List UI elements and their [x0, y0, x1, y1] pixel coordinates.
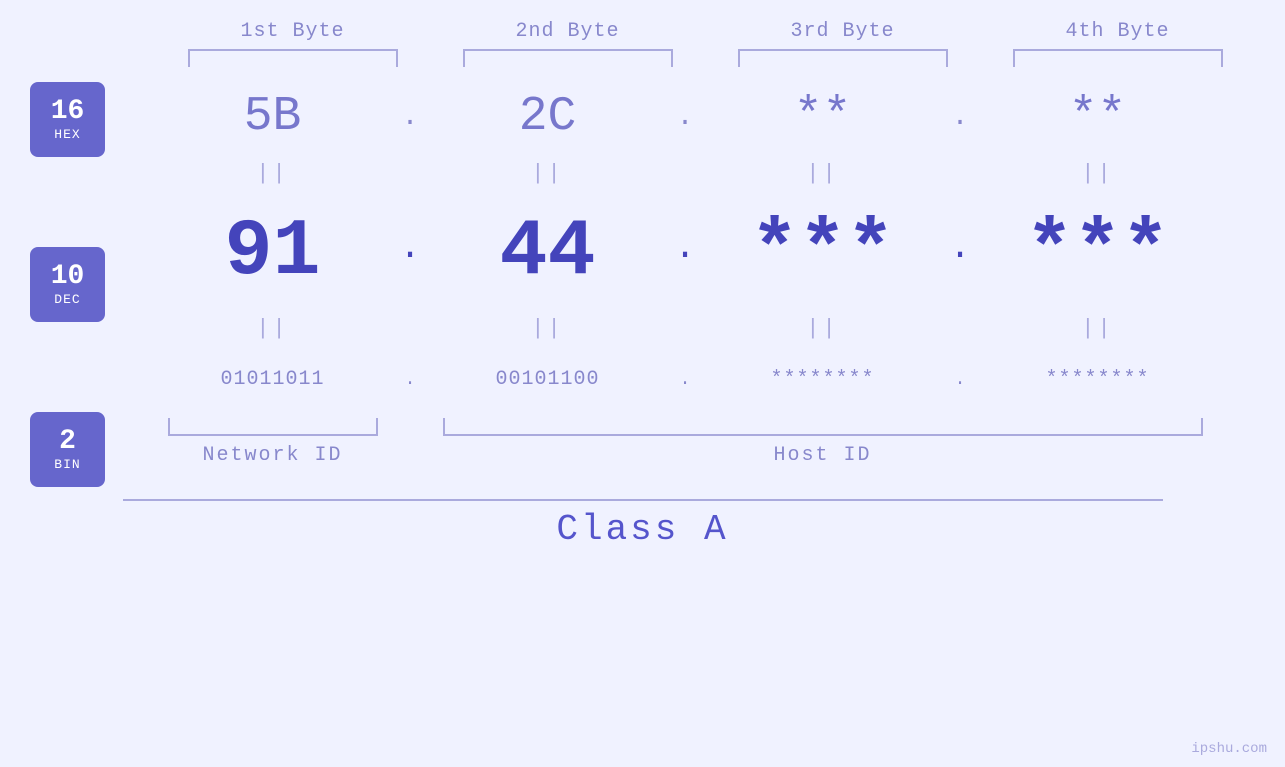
- eq1-cell-1: ||: [135, 157, 410, 192]
- main-container: 1st Byte 2nd Byte 3rd Byte 4th Byte 16 H…: [0, 0, 1285, 767]
- host-bracket-line: [443, 418, 1203, 436]
- bin-base-num: 2: [59, 427, 76, 458]
- host-id-label: Host ID: [773, 436, 871, 467]
- byte-label-3: 3rd Byte: [705, 20, 980, 43]
- main-area: 16 HEX 10 DEC 2 BIN 5B .: [0, 77, 1285, 487]
- dec-val-1: 91: [224, 207, 320, 298]
- bin-cell-4: ********: [960, 368, 1235, 391]
- hex-val-2: 2C: [519, 90, 577, 144]
- hex-cell-1: 5B: [135, 90, 410, 144]
- equals-row-2: || || || ||: [135, 312, 1285, 347]
- eq1-cell-3: ||: [685, 157, 960, 192]
- bin-val-2: 00101100: [495, 368, 599, 391]
- dec-cell-1: 91: [135, 207, 410, 298]
- dec-base-num: 10: [51, 262, 85, 293]
- byte-label-4: 4th Byte: [980, 20, 1255, 43]
- bottom-bracket-area: Network ID Host ID: [135, 418, 1285, 467]
- byte-col-4: 4th Byte: [980, 20, 1255, 67]
- base-col: 16 HEX 10 DEC 2 BIN: [0, 77, 135, 487]
- dec-val-4: ***: [1025, 207, 1169, 298]
- equals-row-1: || || || ||: [135, 157, 1285, 192]
- byte-bracket-4: [1013, 49, 1223, 67]
- watermark: ipshu.com: [1191, 741, 1267, 757]
- dec-base-name: DEC: [54, 292, 80, 307]
- bin-cell-1: 01011011: [135, 368, 410, 391]
- bin-val-4: ********: [1045, 368, 1149, 391]
- byte-col-1: 1st Byte: [155, 20, 430, 67]
- dec-cell-3: ***: [685, 207, 960, 298]
- hex-val-1: 5B: [244, 90, 302, 144]
- hex-cell-4: **: [960, 90, 1235, 144]
- byte-label-2: 2nd Byte: [430, 20, 705, 43]
- eq1-cell-4: ||: [960, 157, 1235, 192]
- bin-base-name: BIN: [54, 457, 80, 472]
- bin-cell-3: ********: [685, 368, 960, 391]
- dec-cell-2: 44: [410, 207, 685, 298]
- byte-label-1: 1st Byte: [155, 20, 430, 43]
- bin-val-3: ********: [770, 368, 874, 391]
- bin-row: 01011011 . 00101100 . ******** .: [135, 347, 1285, 412]
- hex-badge: 16 HEX: [30, 82, 105, 157]
- eq2-cell-1: ||: [135, 312, 410, 347]
- hex-cell-3: **: [685, 90, 960, 144]
- byte-col-3: 3rd Byte: [705, 20, 980, 67]
- hex-val-4: **: [1069, 90, 1127, 144]
- hex-val-3: **: [794, 90, 852, 144]
- host-id-section: Host ID: [410, 418, 1235, 467]
- byte-bracket-2: [463, 49, 673, 67]
- hex-base-name: HEX: [54, 127, 80, 142]
- eq2-cell-2: ||: [410, 312, 685, 347]
- network-id-label: Network ID: [202, 436, 342, 467]
- network-id-section: Network ID: [135, 418, 410, 467]
- dec-val-2: 44: [499, 207, 595, 298]
- values-area: 5B . 2C . ** . **: [135, 77, 1285, 487]
- bin-val-1: 01011011: [220, 368, 324, 391]
- bin-cell-2: 00101100: [410, 368, 685, 391]
- hex-row: 5B . 2C . ** . **: [135, 77, 1285, 157]
- eq2-cell-3: ||: [685, 312, 960, 347]
- byte-bracket-3: [738, 49, 948, 67]
- class-label: Class A: [0, 501, 1285, 550]
- dec-badge: 10 DEC: [30, 247, 105, 322]
- bin-badge: 2 BIN: [30, 412, 105, 487]
- eq2-cell-4: ||: [960, 312, 1235, 347]
- class-row: Class A: [0, 499, 1285, 550]
- network-bracket-line: [168, 418, 378, 436]
- byte-labels-row: 1st Byte 2nd Byte 3rd Byte 4th Byte: [0, 0, 1285, 67]
- dec-cell-4: ***: [960, 207, 1235, 298]
- hex-cell-2: 2C: [410, 90, 685, 144]
- dec-val-3: ***: [750, 207, 894, 298]
- dec-row: 91 . 44 . *** . ***: [135, 192, 1285, 312]
- byte-bracket-1: [188, 49, 398, 67]
- byte-col-2: 2nd Byte: [430, 20, 705, 67]
- hex-base-num: 16: [51, 97, 85, 128]
- eq1-cell-2: ||: [410, 157, 685, 192]
